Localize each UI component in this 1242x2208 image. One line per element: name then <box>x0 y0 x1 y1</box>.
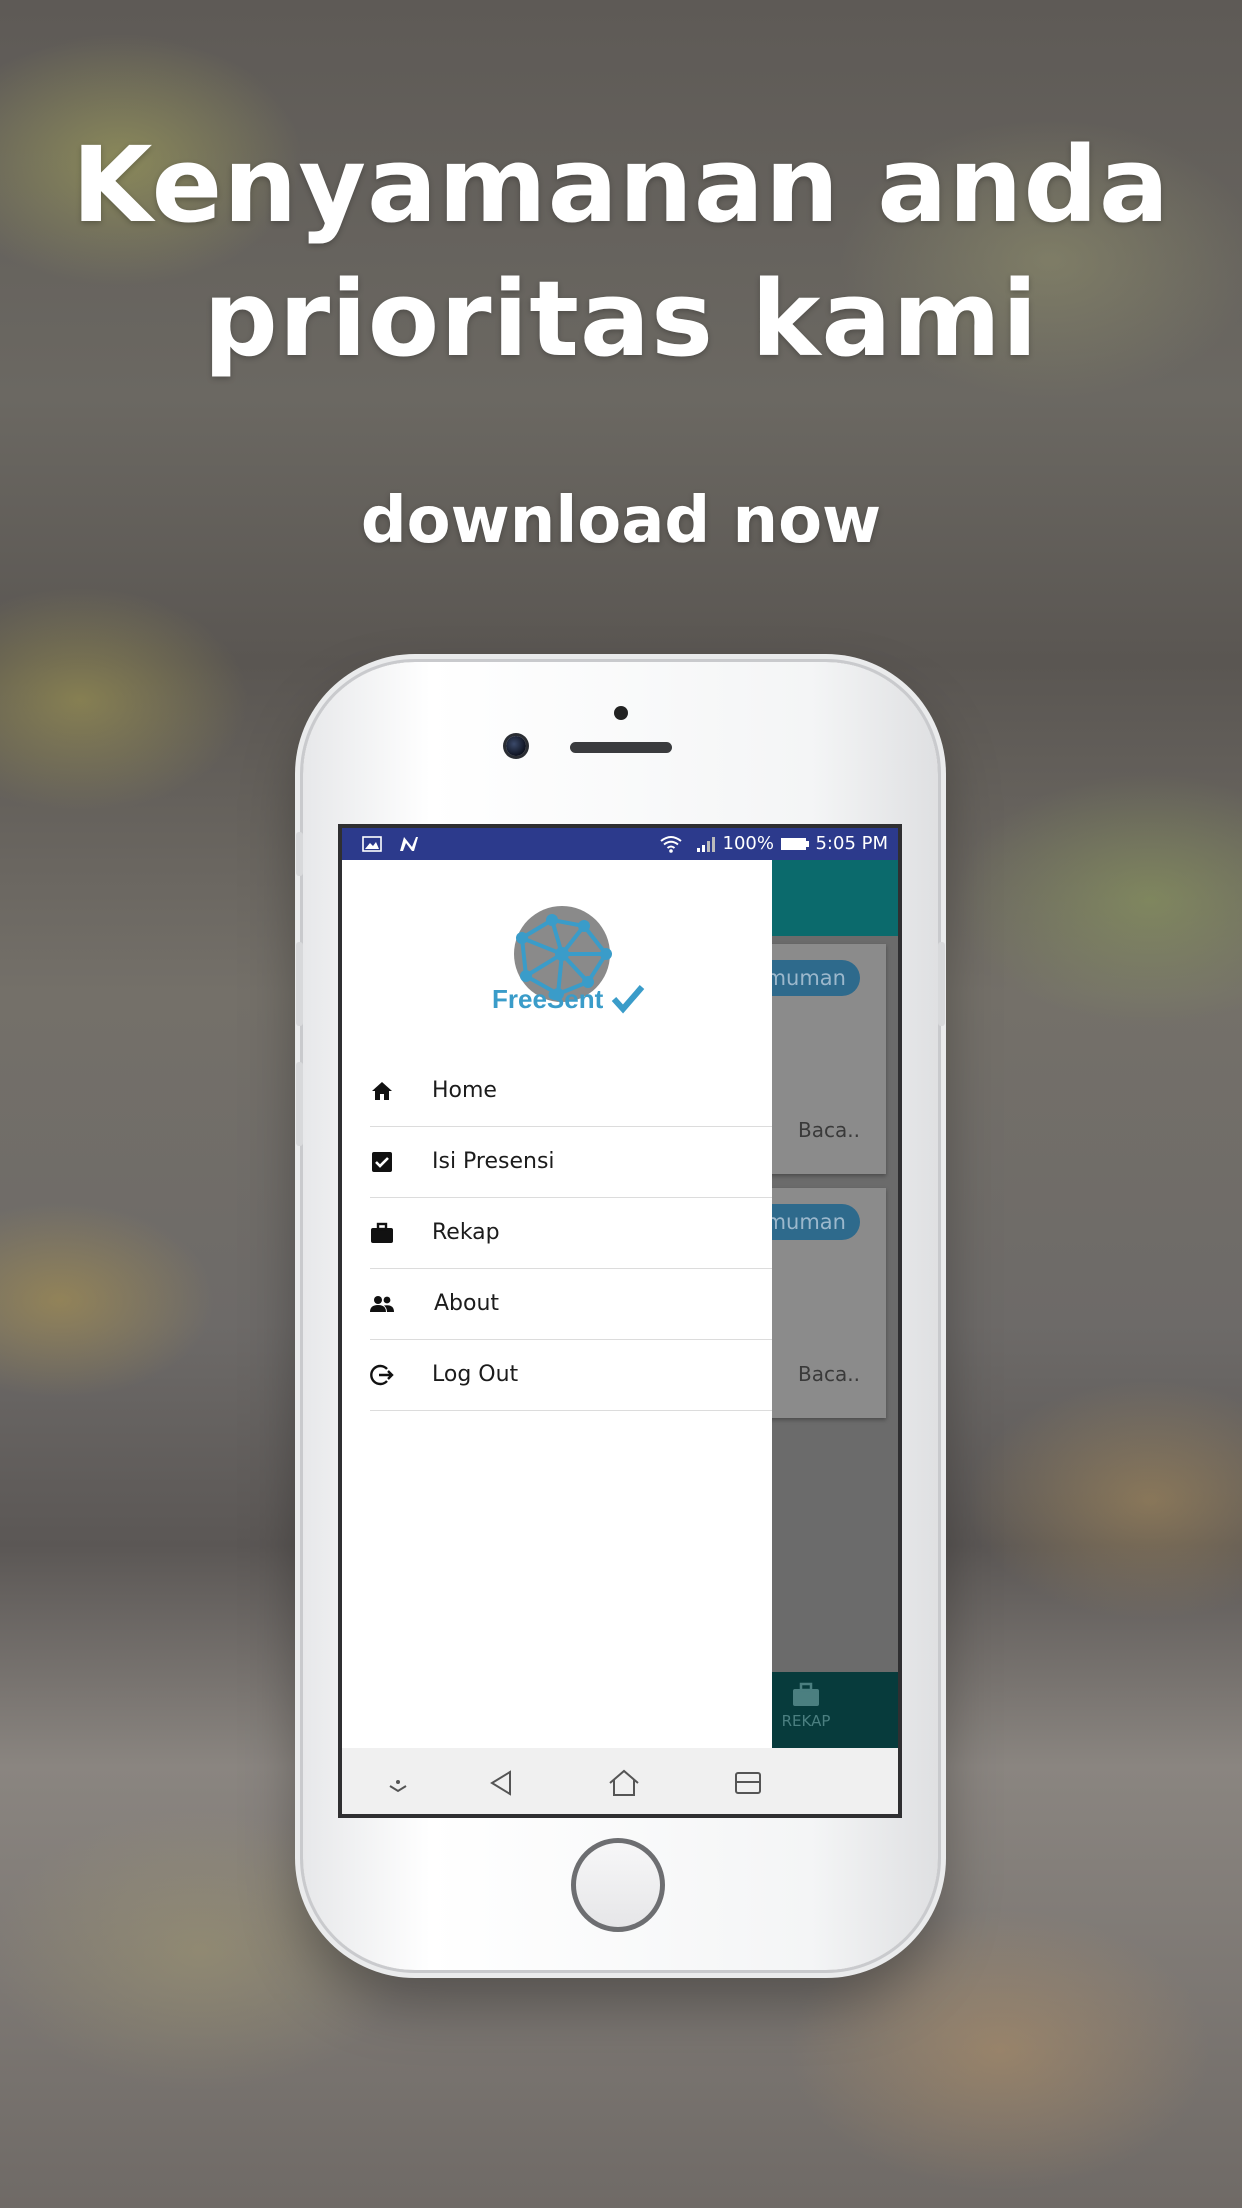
signal-icon <box>696 837 715 852</box>
brand-name: FreeSent <box>492 984 645 1015</box>
menu-label: About <box>434 1291 500 1316</box>
android-nav-bar <box>342 1748 898 1814</box>
status-bar: 100% 5:05 PM <box>342 828 898 860</box>
back-icon[interactable] <box>482 1768 522 1798</box>
front-camera <box>506 736 526 756</box>
home-icon <box>372 1082 392 1100</box>
battery-icon <box>780 838 809 850</box>
power-button <box>938 942 945 1026</box>
phone-mockup: 100% 5:05 PM ...muman Baca.. ...muman Ba… <box>296 662 945 1970</box>
volume-up-button <box>296 942 303 1026</box>
people-icon <box>370 1296 394 1312</box>
n-notification-icon <box>399 837 418 851</box>
bottom-tab-rekap: REKAP <box>776 1682 836 1730</box>
wifi-icon <box>660 836 682 853</box>
menu-item-log-out[interactable]: Log Out <box>370 1340 772 1411</box>
image-notification-icon <box>362 836 382 852</box>
mute-switch <box>296 832 303 876</box>
headline-line-1: Kenyamanan anda <box>71 124 1171 246</box>
download-now-text: download now <box>360 484 882 558</box>
recent-apps-icon[interactable] <box>728 1768 768 1798</box>
read-more-link: Baca.. <box>798 1118 860 1142</box>
volume-down-button <box>296 1062 303 1146</box>
phone-home-button <box>571 1838 665 1932</box>
phone-screen: 100% 5:05 PM ...muman Baca.. ...muman Ba… <box>338 824 902 1818</box>
menu-item-about[interactable]: About <box>370 1269 772 1340</box>
menu-label: Rekap <box>432 1220 500 1245</box>
bottom-tab-label: REKAP <box>781 1712 831 1730</box>
checkmark-icon <box>611 985 644 1014</box>
checkbox-icon <box>372 1152 392 1172</box>
navigation-drawer: FreeSent Home Isi Presensi Rekap About L… <box>342 860 772 1748</box>
earpiece-speaker <box>570 742 672 753</box>
clock-time: 5:05 PM <box>815 833 888 854</box>
battery-percent: 100% <box>722 833 774 854</box>
briefcase-icon <box>371 1222 393 1243</box>
logout-icon <box>370 1364 394 1386</box>
headline-line-2: prioritas kami <box>203 258 1039 380</box>
drawer-menu: Home Isi Presensi Rekap About Log Out <box>342 1056 772 1411</box>
menu-label: Log Out <box>432 1362 519 1387</box>
menu-item-home[interactable]: Home <box>370 1056 772 1127</box>
notification-pull-icon[interactable] <box>378 1768 418 1798</box>
brand-label: FreeSent <box>492 984 604 1014</box>
menu-label: Home <box>432 1078 497 1103</box>
menu-label: Isi Presensi <box>432 1149 555 1174</box>
menu-item-rekap[interactable]: Rekap <box>370 1198 772 1269</box>
home-nav-icon[interactable] <box>604 1768 644 1798</box>
menu-item-isi-presensi[interactable]: Isi Presensi <box>370 1127 772 1198</box>
promo-headline: Kenyamanan anda prioritas kami <box>0 118 1242 386</box>
briefcase-icon <box>793 1682 819 1706</box>
proximity-sensor <box>614 706 628 720</box>
read-more-link: Baca.. <box>798 1362 860 1386</box>
